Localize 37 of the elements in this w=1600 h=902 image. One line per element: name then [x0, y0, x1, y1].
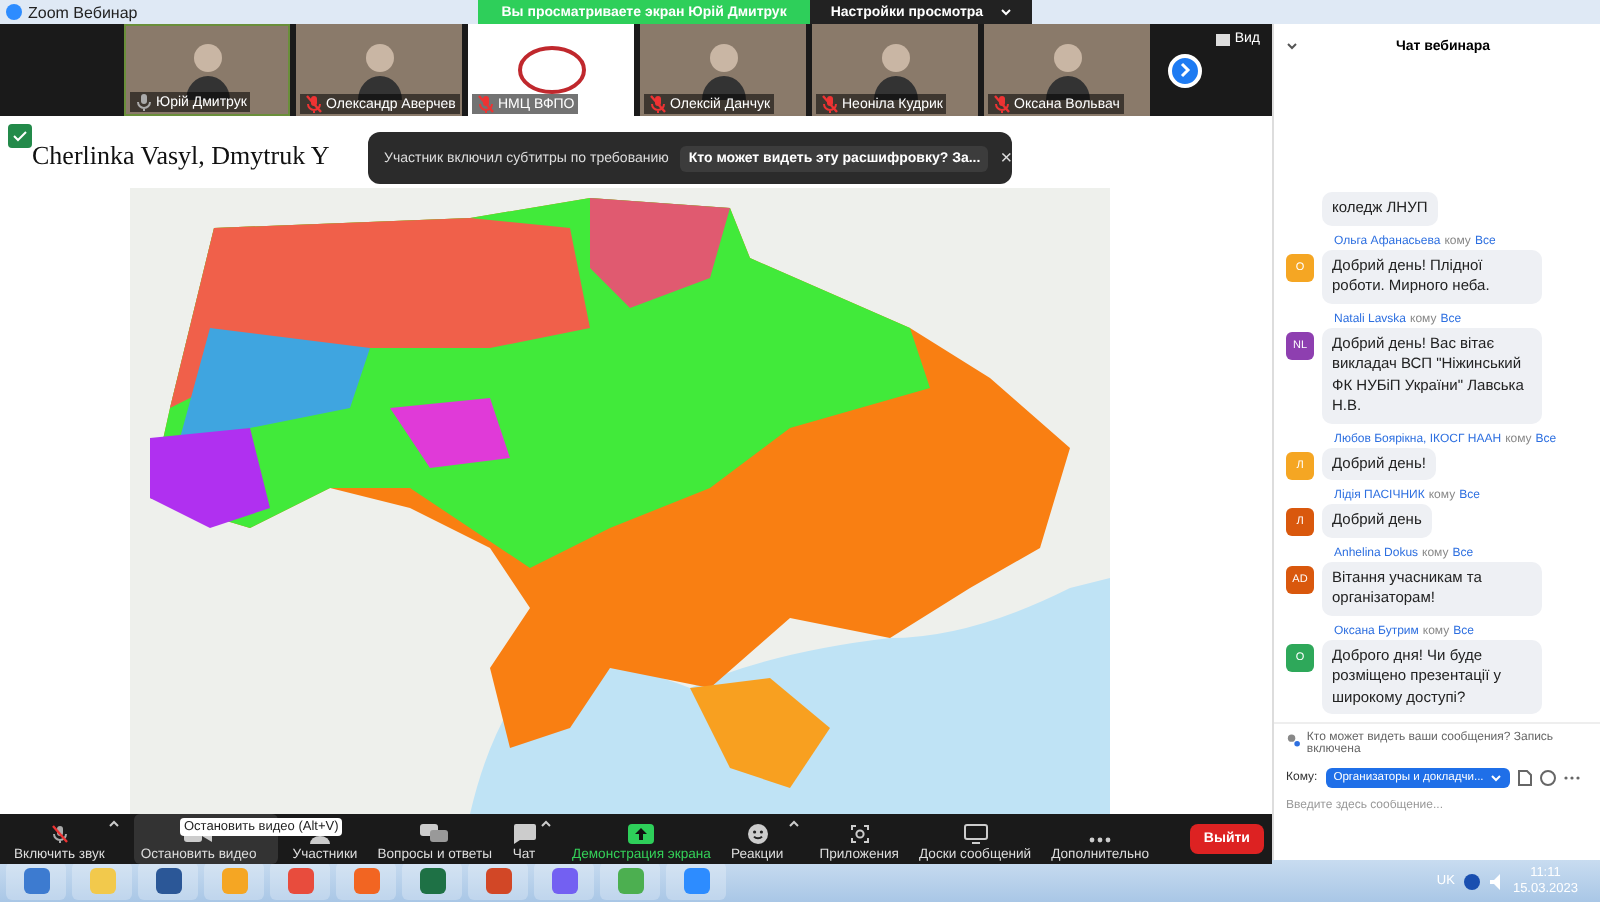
layout-icon [1216, 33, 1231, 45]
person-silhouette-icon [701, 40, 745, 100]
help-icon[interactable] [1464, 873, 1481, 889]
window-title: Zoom Вебинар [28, 3, 138, 21]
more-icon [1088, 836, 1113, 844]
smiley-icon[interactable] [1539, 770, 1556, 786]
close-button[interactable]: × [1000, 147, 1013, 169]
mic-icon [134, 92, 154, 112]
muted-mic-icon [49, 824, 70, 844]
muted-mic-icon [992, 94, 1012, 114]
smiley-icon [747, 824, 768, 844]
chevron-down-icon[interactable] [1286, 41, 1298, 49]
chevron-right-icon [1179, 62, 1191, 78]
monitor-icon [963, 824, 988, 844]
apps-icon [849, 824, 870, 844]
next-page-button[interactable] [1168, 53, 1202, 87]
person-silhouette-icon [357, 40, 401, 100]
file-icon[interactable] [1517, 770, 1532, 786]
caret-icon[interactable] [108, 820, 121, 828]
person-silhouette-icon [1045, 40, 1089, 100]
chat-bubble-icon [511, 824, 536, 844]
muted-mic-icon [476, 94, 496, 114]
speech-bubbles-icon [420, 824, 449, 844]
logo-icon [517, 46, 585, 94]
app-logo-icon [6, 4, 22, 20]
person-silhouette-icon [873, 40, 917, 100]
people-icon [1286, 732, 1301, 748]
caret-icon[interactable] [539, 820, 552, 828]
shield-icon [8, 124, 32, 148]
collapse-button[interactable] [1286, 39, 1298, 53]
document-title: Cherlinka Vasyl, Dmytruk Y [32, 140, 330, 172]
muted-mic-icon [648, 94, 668, 114]
share-screen-icon [628, 824, 655, 844]
caret-icon[interactable] [787, 820, 800, 828]
person-silhouette-icon [185, 40, 229, 100]
muted-mic-icon [304, 94, 324, 114]
muted-mic-icon [820, 94, 840, 114]
